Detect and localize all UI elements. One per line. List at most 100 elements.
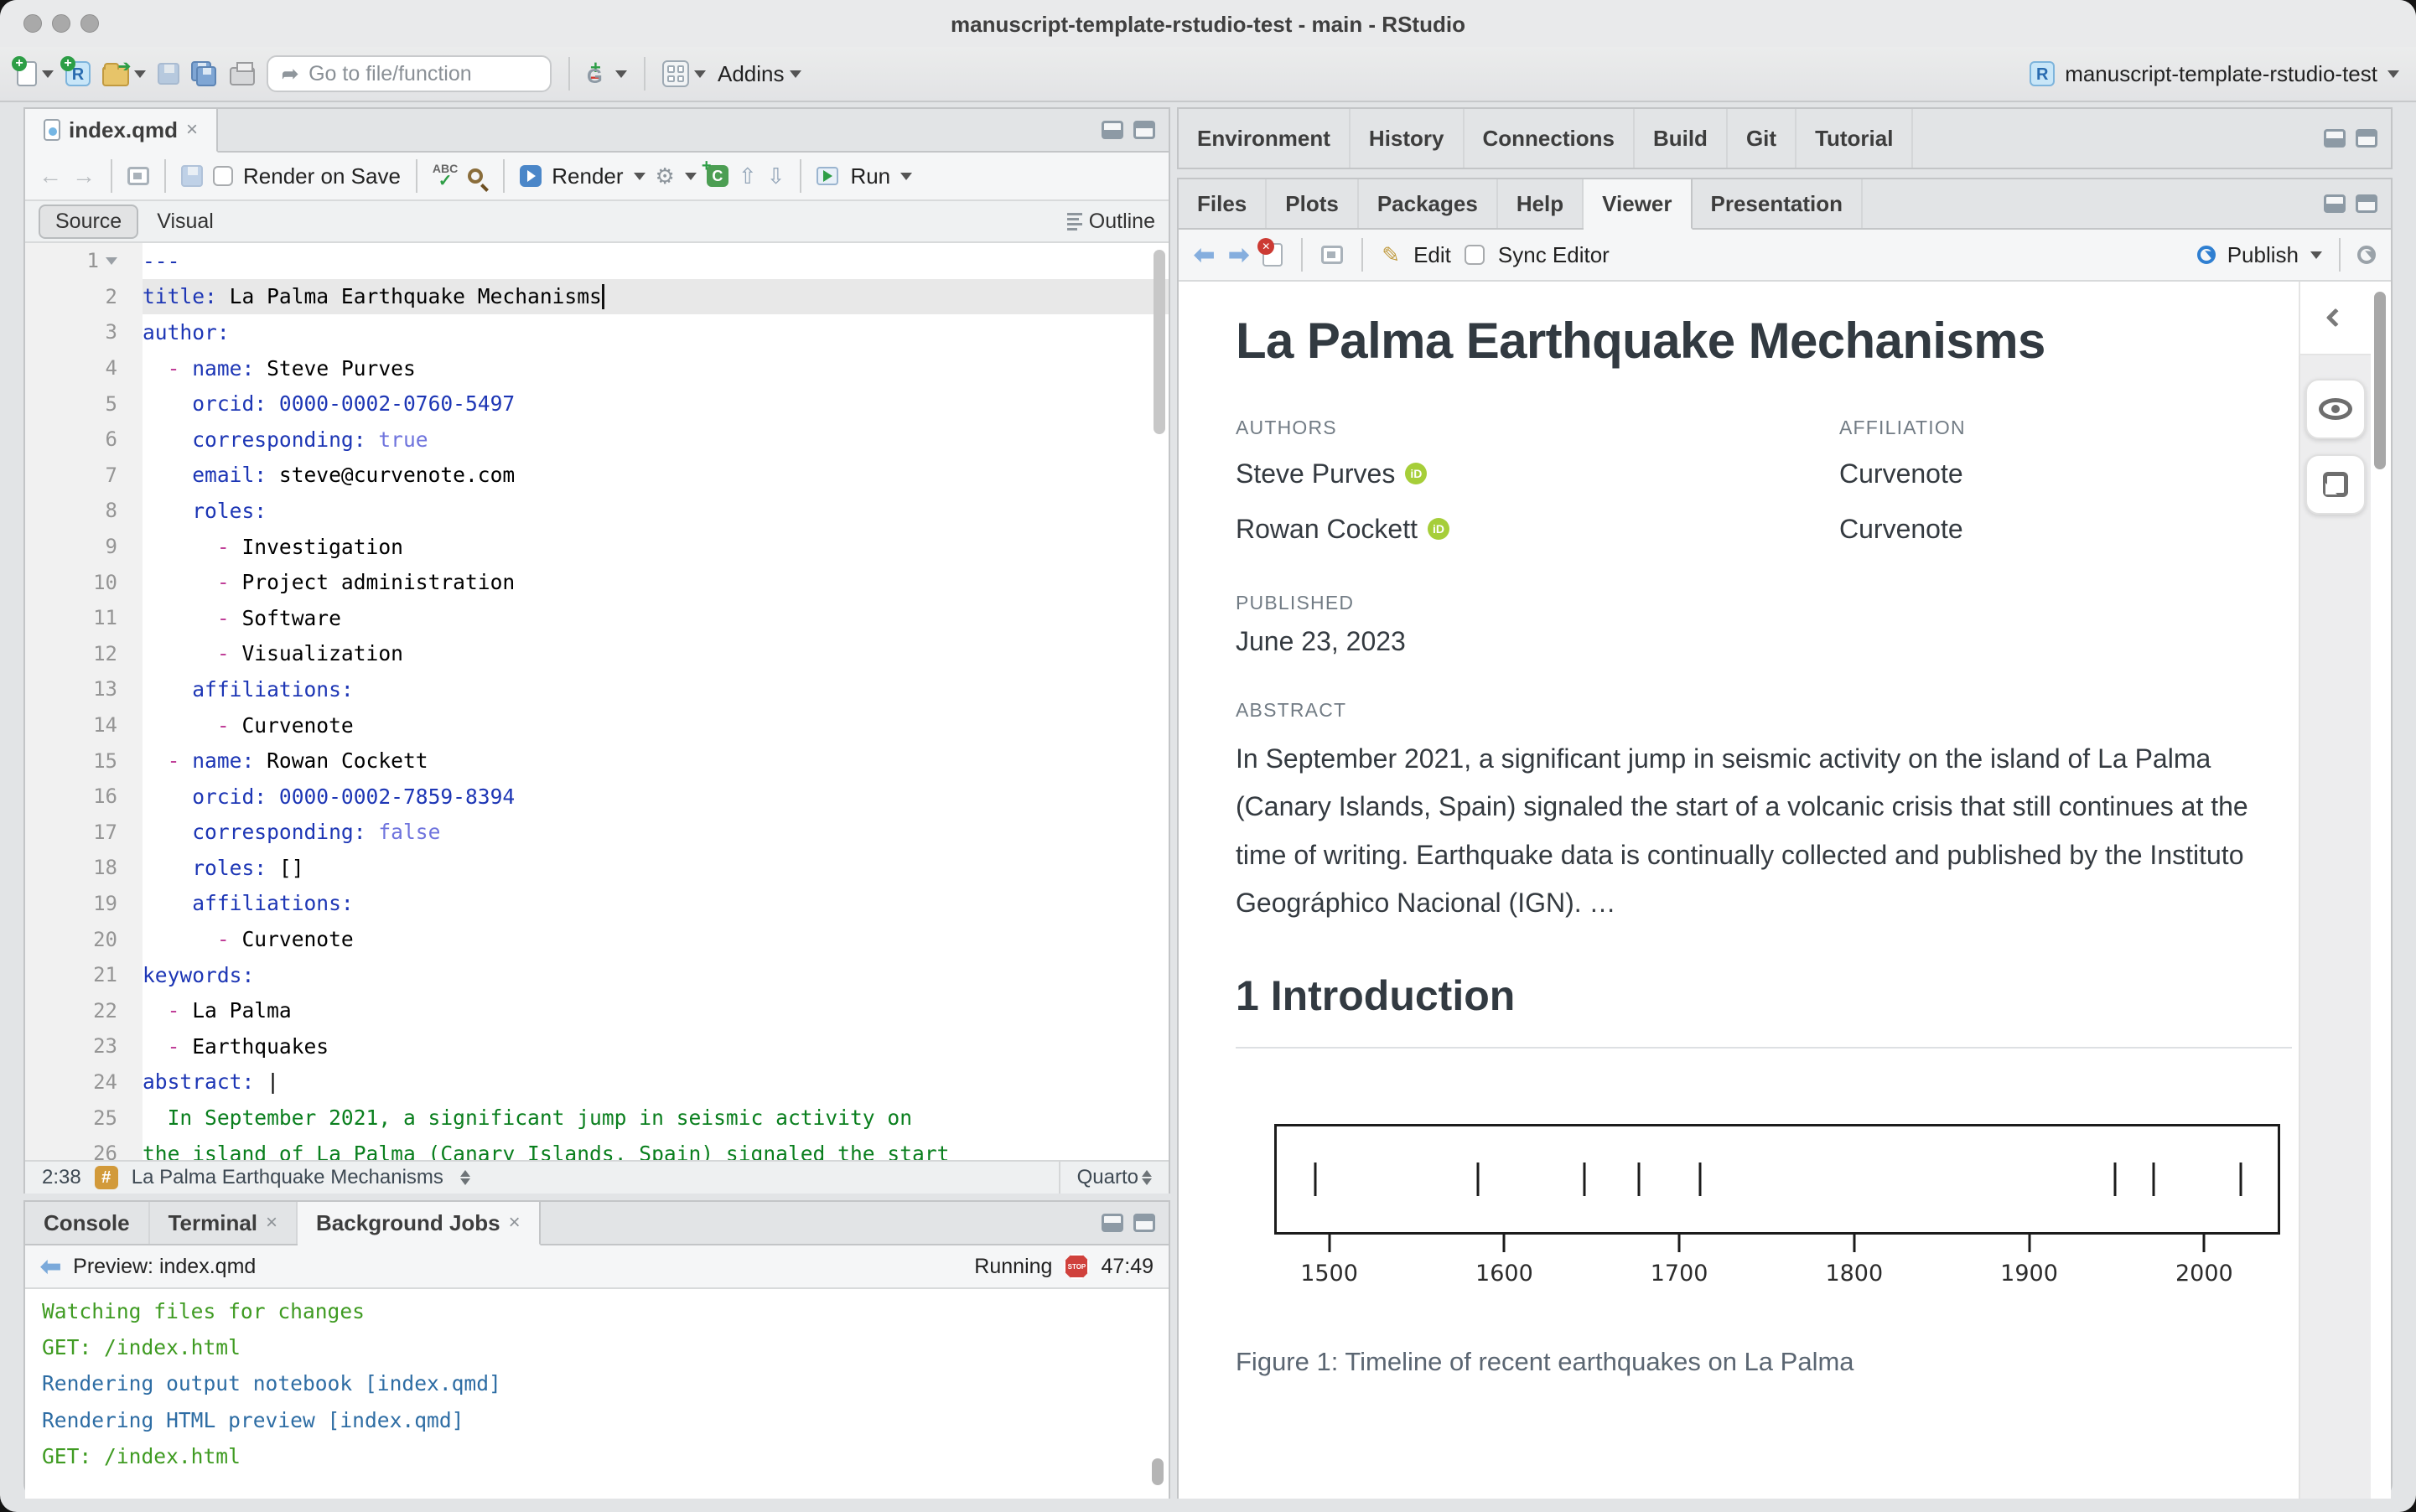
tab-help[interactable]: Help <box>1498 179 1584 228</box>
code-line[interactable]: 21keywords: <box>25 957 1169 993</box>
run-next-icon[interactable]: ⇩ <box>767 163 785 189</box>
close-tab-icon[interactable]: × <box>509 1211 521 1235</box>
code-line[interactable]: 25 In September 2021, a significant jump… <box>25 1100 1169 1136</box>
forward-icon[interactable]: → <box>72 163 96 189</box>
render-icon[interactable] <box>520 165 542 187</box>
tab-files[interactable]: Files <box>1179 179 1267 228</box>
code-line[interactable]: 26the island of La Palma (Canary Islands… <box>25 1136 1169 1160</box>
tab-connections[interactable]: Connections <box>1465 109 1635 168</box>
caret-down-icon[interactable] <box>685 173 697 180</box>
outline-button[interactable]: Outline <box>1067 210 1155 234</box>
code-line[interactable]: 7 email: steve@curvenote.com <box>25 458 1169 494</box>
tab-build[interactable]: Build <box>1635 109 1728 168</box>
save-button[interactable] <box>158 63 179 85</box>
gear-icon[interactable]: ⚙ <box>656 165 675 187</box>
open-in-browser-icon[interactable] <box>1321 246 1343 264</box>
render-on-save-checkbox[interactable] <box>213 166 233 186</box>
doc-mode-menu[interactable]: Quarto <box>1059 1162 1152 1194</box>
section-navigator[interactable]: La Palma Earthquake Mechanisms <box>132 1166 443 1189</box>
publish-label[interactable]: Publish <box>2227 242 2299 268</box>
editor-tab-index-qmd[interactable]: index.qmd × <box>25 109 218 153</box>
workspace-panes-button[interactable] <box>662 60 706 87</box>
project-menu-button[interactable]: R manuscript-template-rstudio-test <box>2030 61 2399 87</box>
render-label[interactable]: Render <box>552 163 623 189</box>
code-line[interactable]: 2title: La Palma Earthquake Mechanisms <box>25 279 1169 315</box>
edit-pencil-icon[interactable]: ✎ <box>1382 242 1400 268</box>
minimize-pane-icon[interactable] <box>2324 129 2346 148</box>
code-line[interactable]: 10 - Project administration <box>25 564 1169 600</box>
new-file-button[interactable]: + <box>17 61 54 86</box>
code-line[interactable]: 19 affiliations: <box>25 886 1169 922</box>
maximize-pane-icon[interactable] <box>2356 129 2377 148</box>
version-control-button[interactable]: +−G <box>587 60 627 87</box>
new-project-button[interactable]: R+ <box>65 61 91 86</box>
tab-console[interactable]: Console <box>25 1202 150 1244</box>
close-tab-icon[interactable]: × <box>186 118 198 142</box>
run-previous-icon[interactable]: ⇧ <box>739 163 757 189</box>
maximize-pane-icon[interactable] <box>1133 1214 1155 1232</box>
code-line[interactable]: 17 corresponding: false <box>25 815 1169 851</box>
popout-icon[interactable] <box>127 167 149 185</box>
code-editor[interactable]: 1---2title: La Palma Earthquake Mechanis… <box>25 243 1169 1160</box>
code-line[interactable]: 9 - Investigation <box>25 529 1169 565</box>
clear-viewer-icon[interactable] <box>1262 243 1283 267</box>
code-line[interactable]: 11 - Software <box>25 600 1169 636</box>
code-line[interactable]: 16 orcid: 0000-0002-7859-8394 <box>25 779 1169 815</box>
orcid-icon[interactable]: iD <box>1428 518 1449 540</box>
stop-job-icon[interactable]: STOP <box>1064 1254 1089 1279</box>
viewer-back-icon[interactable]: ⬅ <box>1194 241 1215 270</box>
code-line[interactable]: 14 - Curvenote <box>25 707 1169 743</box>
tab-packages[interactable]: Packages <box>1359 179 1498 228</box>
minimize-pane-icon[interactable] <box>1102 121 1123 139</box>
editor-scrollbar[interactable] <box>1154 250 1165 434</box>
save-all-button[interactable] <box>191 61 218 86</box>
spellcheck-icon[interactable]: ABC✓ <box>433 163 458 189</box>
maximize-pane-icon[interactable] <box>2356 194 2377 213</box>
tab-history[interactable]: History <box>1351 109 1465 168</box>
code-line[interactable]: 24abstract: | <box>25 1064 1169 1100</box>
publish-icon[interactable] <box>2197 246 2216 264</box>
back-icon[interactable]: ← <box>39 163 62 189</box>
job-back-icon[interactable]: ⬅ <box>40 1252 61 1282</box>
tab-viewer[interactable]: Viewer <box>1584 179 1692 230</box>
tab-background-jobs[interactable]: Background Jobs× <box>298 1202 541 1245</box>
edit-label[interactable]: Edit <box>1413 242 1451 268</box>
sync-editor-checkbox[interactable] <box>1465 245 1485 265</box>
goto-file-input[interactable]: ➦ Go to file/function <box>267 55 552 92</box>
code-line[interactable]: 12 - Visualization <box>25 636 1169 672</box>
close-tab-icon[interactable]: × <box>266 1211 277 1235</box>
job-label[interactable]: Preview: index.qmd <box>73 1255 256 1279</box>
code-line[interactable]: 23 - Earthquakes <box>25 1028 1169 1064</box>
fold-arrow-icon[interactable] <box>106 257 117 265</box>
minimize-pane-icon[interactable] <box>1102 1214 1123 1232</box>
caret-down-icon[interactable] <box>900 173 912 180</box>
console-scrollbar[interactable] <box>1152 1458 1164 1485</box>
viewer-scrollbar[interactable] <box>2374 292 2386 469</box>
code-line[interactable]: 6 corresponding: true <box>25 422 1169 458</box>
section-updown-icon[interactable] <box>460 1170 470 1185</box>
annotation-button[interactable] <box>2305 454 2366 515</box>
code-line[interactable]: 8 roles: <box>25 493 1169 529</box>
caret-down-icon[interactable] <box>634 173 645 180</box>
collapse-panel-button[interactable] <box>2299 282 2371 355</box>
tab-plots[interactable]: Plots <box>1267 179 1359 228</box>
code-line[interactable]: 20 - Curvenote <box>25 921 1169 957</box>
tab-terminal[interactable]: Terminal× <box>150 1202 298 1244</box>
save-icon[interactable] <box>181 165 203 187</box>
code-line[interactable]: 22 - La Palma <box>25 992 1169 1028</box>
preview-eye-button[interactable] <box>2305 379 2366 439</box>
tab-source[interactable]: Source <box>39 205 138 239</box>
maximize-pane-icon[interactable] <box>1133 121 1155 139</box>
tab-presentation[interactable]: Presentation <box>1693 179 1864 228</box>
code-line[interactable]: 18 roles: [] <box>25 850 1169 886</box>
viewer-forward-icon[interactable]: ➡ <box>1228 241 1249 270</box>
code-line[interactable]: 1--- <box>25 243 1169 279</box>
tab-visual[interactable]: Visual <box>142 206 229 237</box>
tab-git[interactable]: Git <box>1728 109 1796 168</box>
insert-chunk-icon[interactable]: C <box>707 165 728 187</box>
open-file-button[interactable] <box>102 61 146 86</box>
print-button[interactable] <box>230 62 255 85</box>
refresh-icon[interactable] <box>2357 246 2376 264</box>
minimize-pane-icon[interactable] <box>2324 194 2346 213</box>
code-line[interactable]: 5 orcid: 0000-0002-0760-5497 <box>25 386 1169 422</box>
